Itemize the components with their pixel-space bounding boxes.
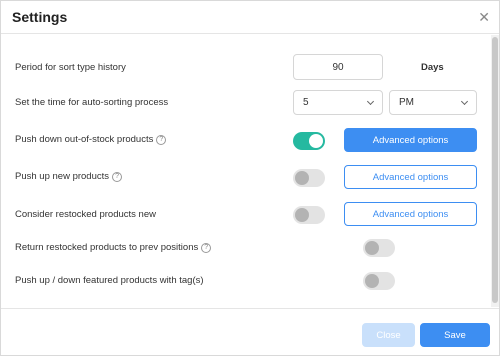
- return-restocked-label-text: Return restocked products to prev positi…: [15, 242, 199, 253]
- push-up-new-advanced-button[interactable]: Advanced options: [344, 165, 477, 189]
- save-button[interactable]: Save: [420, 323, 490, 347]
- featured-tags-toggle[interactable]: [363, 272, 395, 290]
- modal-header: Settings ✕: [1, 1, 499, 34]
- toggle-knob: [365, 274, 379, 288]
- toggle-knob: [309, 134, 323, 148]
- auto-sort-time-label-text: Set the time for auto-sorting process: [15, 97, 169, 108]
- modal-title: Settings: [12, 9, 68, 25]
- restocked-new-toggle[interactable]: [293, 206, 325, 224]
- sort-history-label: Period for sort type history: [15, 62, 126, 73]
- push-down-oos-toggle[interactable]: [293, 132, 325, 150]
- return-restocked-toggle[interactable]: [363, 239, 395, 257]
- return-restocked-label: Return restocked products to prev positi…: [15, 242, 212, 253]
- scrollbar[interactable]: [491, 35, 499, 307]
- toggle-knob: [365, 241, 379, 255]
- sort-history-input[interactable]: 90: [293, 54, 383, 80]
- featured-tags-label-text: Push up / down featured products with ta…: [15, 275, 204, 286]
- push-up-new-toggle[interactable]: [293, 169, 325, 187]
- close-icon[interactable]: ✕: [478, 9, 490, 25]
- sort-history-value: 90: [332, 61, 344, 73]
- settings-modal: Settings ✕ Period for sort type history …: [0, 0, 500, 356]
- toggle-knob: [295, 208, 309, 222]
- push-up-new-label: Push up new products ?: [15, 171, 123, 182]
- chevron-down-icon: [460, 97, 469, 106]
- featured-tags-label: Push up / down featured products with ta…: [15, 275, 204, 286]
- help-icon[interactable]: ?: [201, 242, 212, 253]
- help-icon[interactable]: ?: [156, 134, 167, 145]
- push-down-oos-label: Push down out-of-stock products ?: [15, 134, 167, 145]
- days-unit-label: Days: [421, 62, 444, 73]
- push-up-new-label-text: Push up new products: [15, 171, 110, 182]
- push-down-oos-label-text: Push down out-of-stock products: [15, 134, 154, 145]
- hour-select-value: 5: [303, 97, 309, 108]
- modal-body: Period for sort type history 90 Days Set…: [1, 35, 491, 307]
- auto-sort-time-label: Set the time for auto-sorting process: [15, 97, 168, 108]
- modal-footer: Close Save: [1, 308, 499, 356]
- help-icon[interactable]: ?: [112, 171, 123, 182]
- scrollbar-thumb[interactable]: [492, 37, 498, 303]
- restocked-new-label-text: Consider restocked products new: [15, 209, 156, 220]
- sort-history-label-text: Period for sort type history: [15, 62, 126, 73]
- restocked-new-advanced-button[interactable]: Advanced options: [344, 202, 477, 226]
- chevron-down-icon: [366, 97, 375, 106]
- period-select-value: PM: [399, 97, 414, 108]
- period-select[interactable]: PM: [389, 90, 477, 115]
- restocked-new-label: Consider restocked products new: [15, 209, 156, 220]
- hour-select[interactable]: 5: [293, 90, 383, 115]
- close-button[interactable]: Close: [362, 323, 415, 347]
- push-down-oos-advanced-button[interactable]: Advanced options: [344, 128, 477, 152]
- toggle-knob: [295, 171, 309, 185]
